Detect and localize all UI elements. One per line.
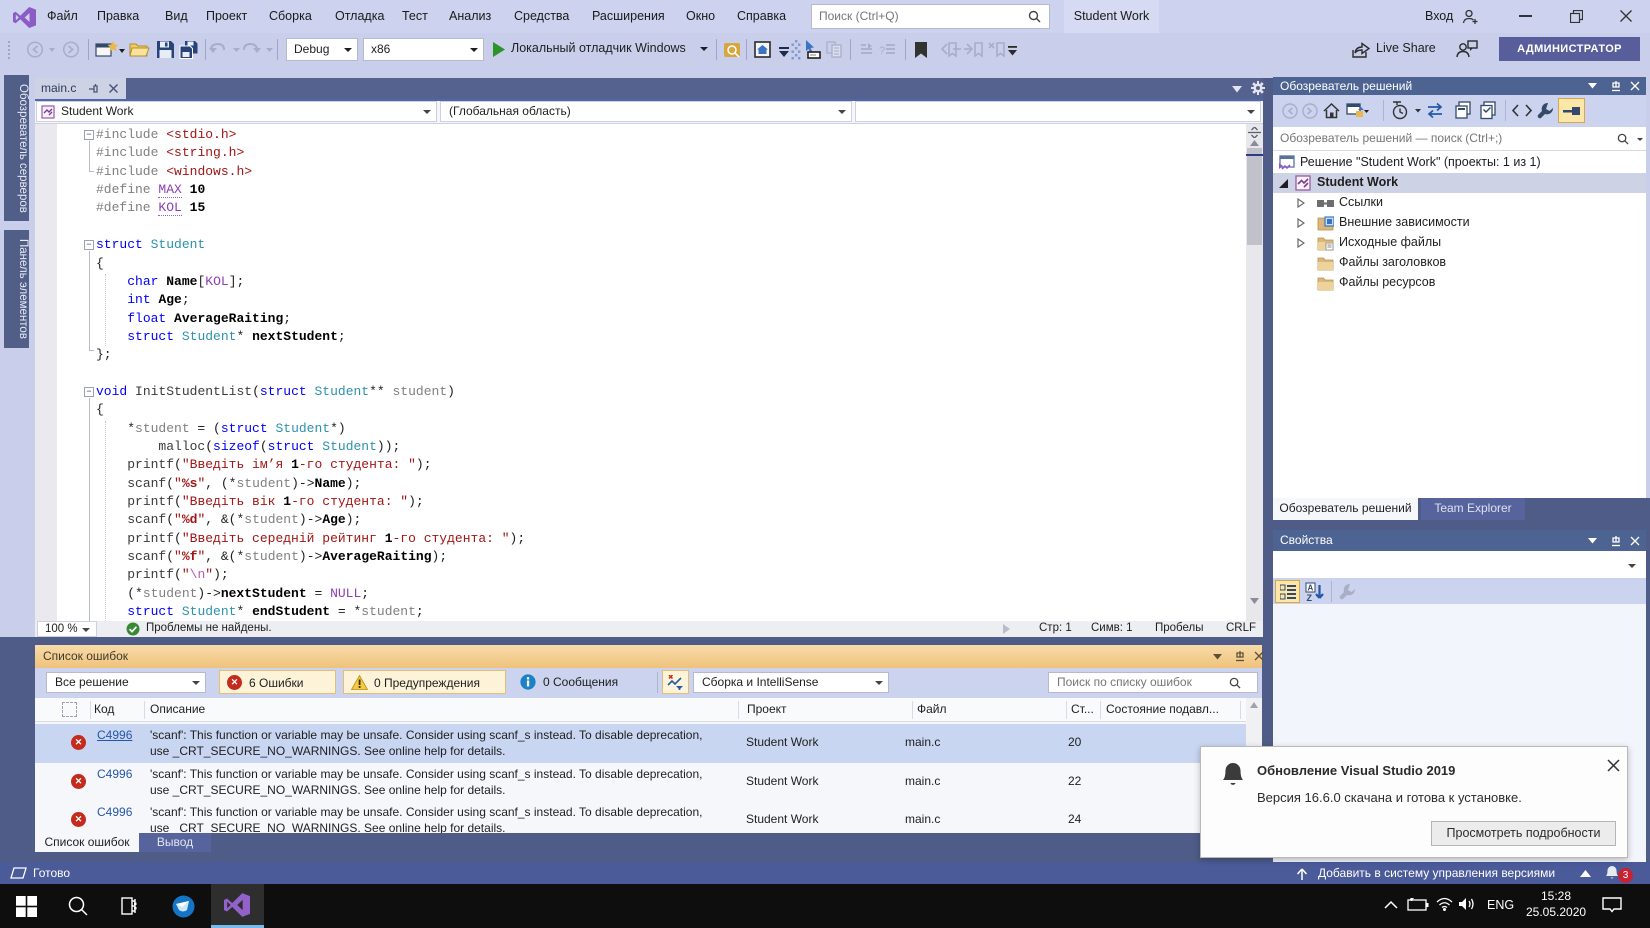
svg-text:A: A [1308,584,1314,593]
svg-text:?: ? [879,45,885,57]
svg-text:Z: Z [1307,593,1313,602]
